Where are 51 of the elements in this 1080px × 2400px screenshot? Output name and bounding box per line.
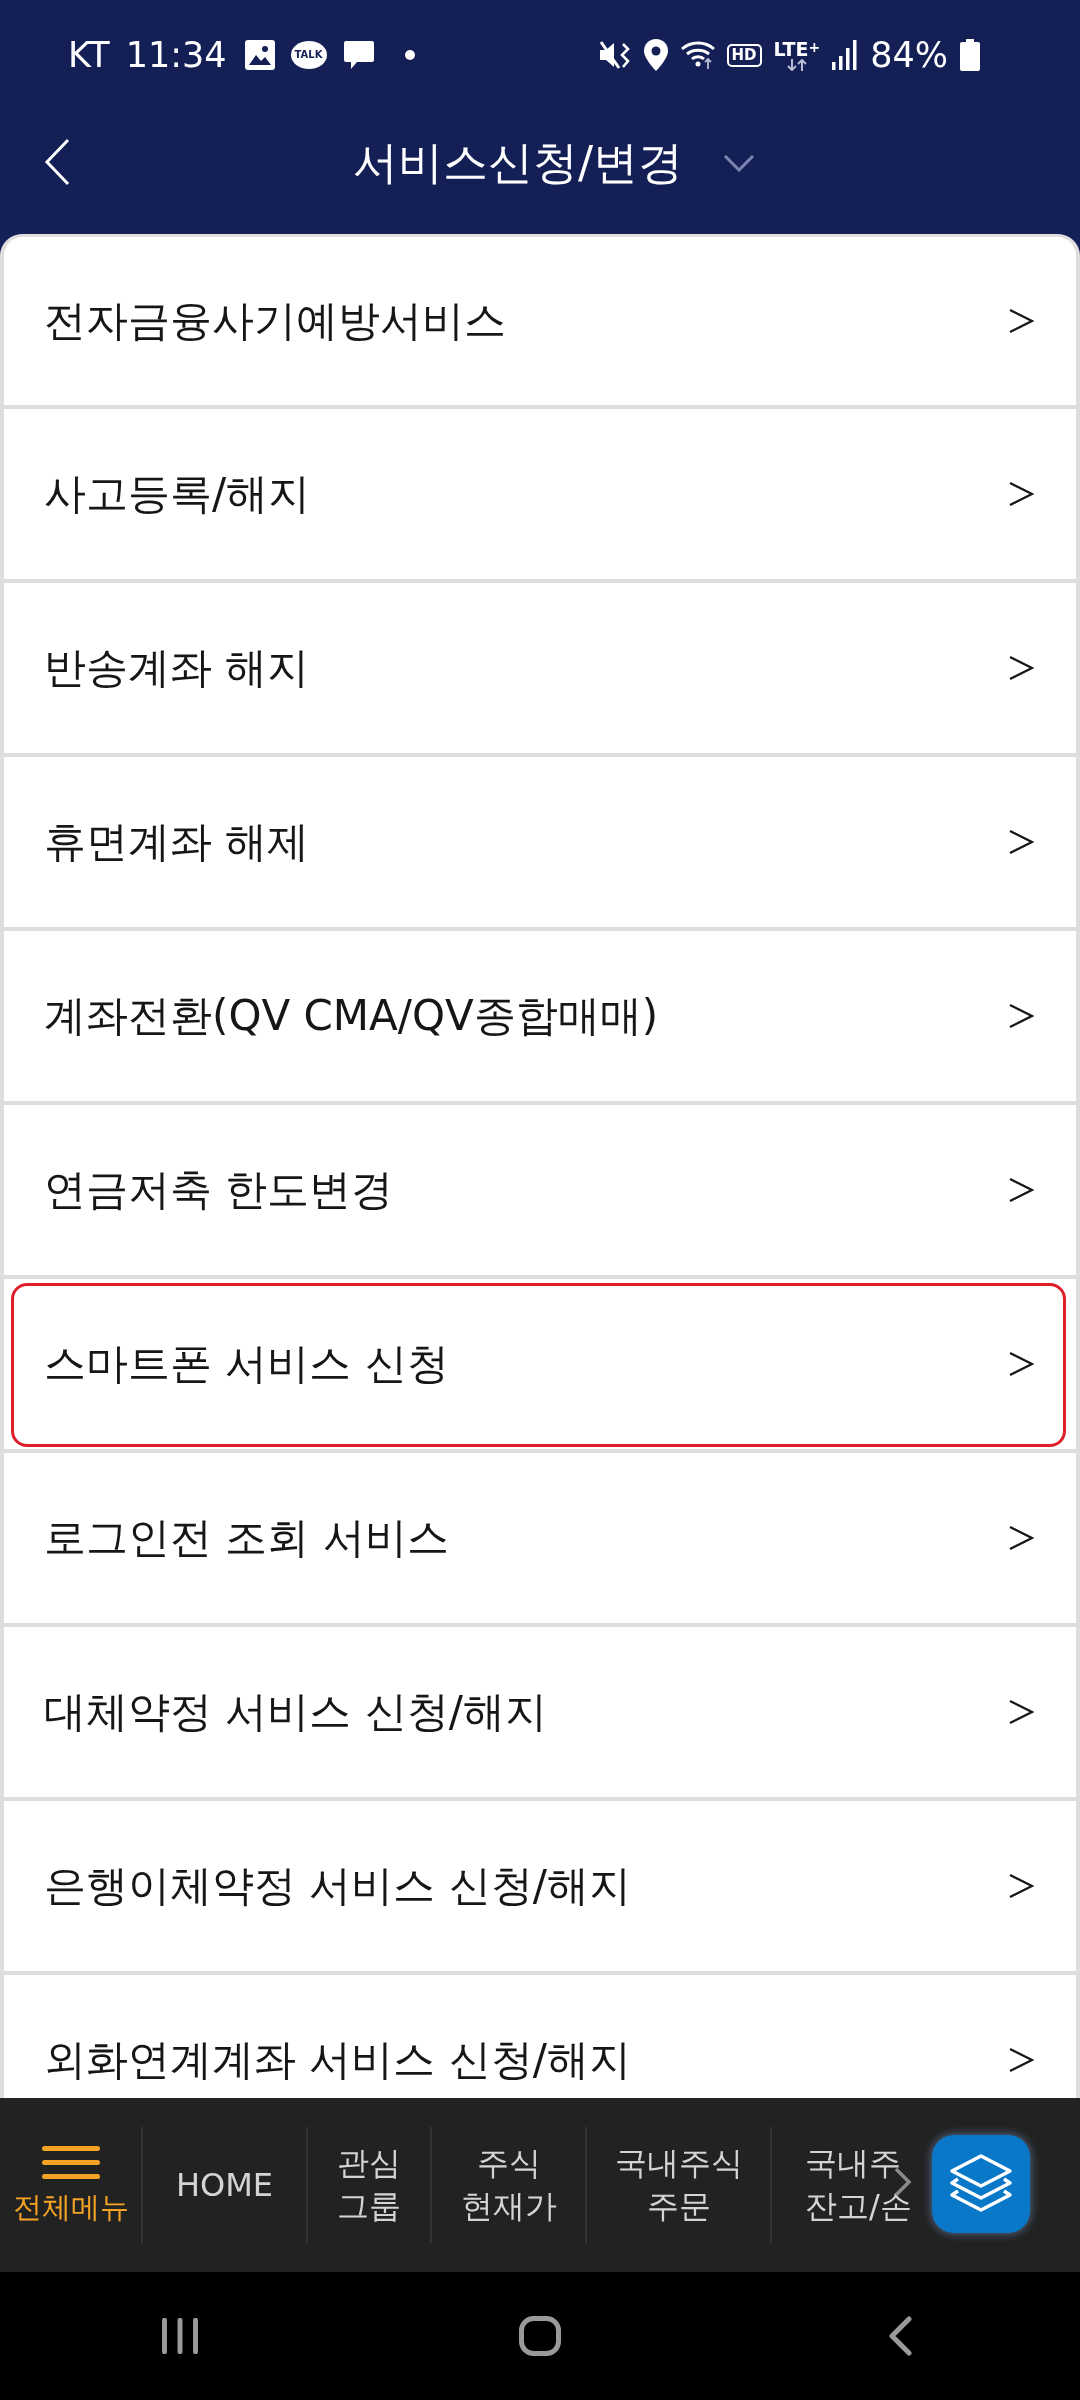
mute-vibrate-icon xyxy=(598,40,631,70)
menu-item[interactable]: 휴면계좌 해제 xyxy=(0,757,1080,931)
chevron-right-icon xyxy=(1008,1525,1034,1551)
home-icon[interactable] xyxy=(519,2316,561,2356)
wifi-icon xyxy=(680,40,715,70)
chevron-right-icon xyxy=(1008,1177,1034,1203)
hamburger-menu-icon xyxy=(41,2145,100,2179)
chevron-right-icon xyxy=(1008,1873,1034,1899)
menu-item[interactable]: 계좌전환(QV CMA/QV종합매매) xyxy=(0,931,1080,1105)
message-icon xyxy=(342,39,375,71)
nav-button[interactable]: HOME xyxy=(143,2098,306,2272)
menu-item[interactable]: 로그인전 조회 서비스 xyxy=(0,1453,1080,1627)
notification-dot-icon xyxy=(404,50,415,60)
location-icon xyxy=(642,39,669,71)
menu-item[interactable]: 전자금융사기예방서비스 xyxy=(0,234,1080,409)
network-type: LTE$^{+}$ xyxy=(773,39,821,59)
menu-item[interactable]: 사고등록/해지 xyxy=(0,409,1080,583)
nav-button[interactable]: 주식 현재가 xyxy=(432,2098,585,2272)
chevron-right-icon xyxy=(1008,2047,1034,2073)
data-arrows-icon xyxy=(785,58,808,71)
signal-icon xyxy=(832,40,859,70)
menu-item[interactable]: 은행이체약정 서비스 신청/해지 xyxy=(0,1801,1080,1975)
nav-button[interactable]: 국내주 잔고/손 xyxy=(772,2098,918,2272)
battery-percent: 84% xyxy=(870,37,948,73)
carrier-name: KT xyxy=(68,37,110,73)
menu-item[interactable]: 반송계좌 해지 xyxy=(0,583,1080,757)
chevron-right-icon xyxy=(1008,829,1034,855)
menu-item[interactable]: 연금저축 한도변경 xyxy=(0,1105,1080,1279)
back-icon[interactable] xyxy=(887,2316,913,2356)
chevron-right-icon xyxy=(1008,1699,1034,1725)
menu-item[interactable]: 스마트폰 서비스 신청 xyxy=(0,1279,1080,1453)
floating-button[interactable] xyxy=(932,2135,1030,2233)
hd-badge: HD xyxy=(726,43,762,67)
chevron-right-icon xyxy=(1008,481,1034,507)
title-dropdown[interactable]: 서비스신청/변경 xyxy=(352,134,756,192)
nav-button[interactable]: 관심 그룹 xyxy=(308,2098,430,2272)
clock-time: 11:34 xyxy=(125,37,227,73)
battery-icon xyxy=(960,39,980,71)
talk-badge: TALK xyxy=(290,41,327,69)
back-icon xyxy=(44,138,70,186)
chevron-right-icon xyxy=(1008,308,1034,334)
chevron-right-icon xyxy=(1008,655,1034,681)
gallery-icon xyxy=(244,40,275,70)
caret-down-icon xyxy=(723,154,756,172)
chevron-right-icon xyxy=(1008,1003,1034,1029)
nav-button[interactable]: 국내주식 주문 xyxy=(587,2098,770,2272)
all-menu-button[interactable]: 전체메뉴 xyxy=(0,2098,141,2272)
menu-item[interactable]: 외화연계계좌 서비스 신청/해지 xyxy=(0,1975,1080,2098)
recent-apps-icon[interactable] xyxy=(162,2318,198,2354)
menu-item[interactable]: 대체약정 서비스 신청/해지 xyxy=(0,1627,1080,1801)
chevron-right-icon xyxy=(1008,1351,1034,1377)
